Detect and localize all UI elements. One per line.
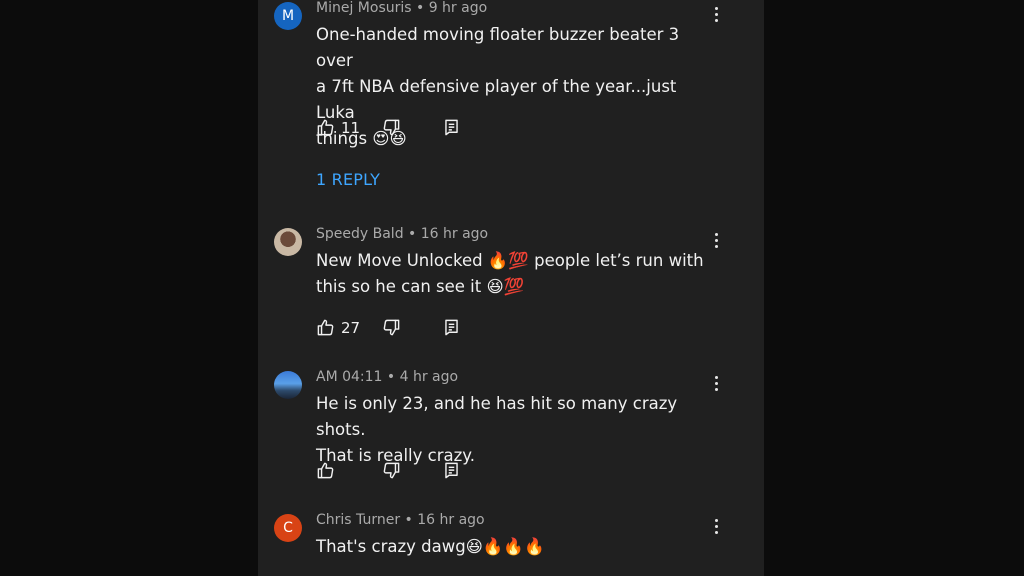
comment-text: One-handed moving floater buzzer beater …	[316, 22, 716, 152]
comment-text: That's crazy dawg😆🔥🔥🔥	[316, 534, 716, 560]
thumb-down-icon	[383, 319, 400, 336]
comment-text: New Move Unlocked 🔥💯 people let’s run wi…	[316, 248, 716, 300]
reply-button[interactable]	[442, 118, 461, 137]
dislike-button[interactable]	[382, 461, 401, 480]
avatar[interactable]: M	[274, 2, 302, 30]
comment-author-time: Chris Turner • 16 hr ago	[316, 512, 485, 528]
comment-text: He is only 23, and he has hit so many cr…	[316, 391, 716, 469]
thumb-up-icon	[317, 119, 334, 136]
thumb-down-icon	[383, 462, 400, 479]
reply-comment-icon	[445, 319, 458, 336]
reply-button[interactable]	[442, 461, 461, 480]
comment-author-time: Minej Mosuris • 9 hr ago	[316, 0, 488, 16]
comment-line: One-handed moving floater buzzer beater …	[316, 25, 680, 70]
dislike-button[interactable]	[382, 118, 401, 137]
like-button[interactable]: 11	[316, 118, 360, 137]
like-button[interactable]: 27	[316, 318, 360, 337]
like-button[interactable]	[316, 461, 341, 480]
thumb-up-icon	[317, 462, 334, 479]
more-vert-icon[interactable]	[708, 4, 724, 24]
comment-line: a 7ft NBA defensive player of the year..…	[316, 77, 677, 122]
comments-panel: M Minej Mosuris • 9 hr ago One-handed mo…	[258, 0, 764, 576]
comment-line: He is only 23, and he has hit so many cr…	[316, 394, 678, 439]
more-vert-icon[interactable]	[708, 516, 724, 536]
thumb-up-icon	[317, 319, 334, 336]
comment-line: this so he can see it 😆💯	[316, 277, 525, 296]
reply-comment-icon	[445, 462, 458, 479]
like-count: 11	[341, 118, 361, 137]
comment-line: That's crazy dawg😆🔥🔥🔥	[316, 537, 545, 556]
comment-author-time: AM 04:11 • 4 hr ago	[316, 369, 459, 385]
comment-line: That is really crazy.	[316, 446, 475, 465]
more-vert-icon[interactable]	[708, 230, 724, 250]
like-count: 27	[341, 318, 361, 337]
thumb-down-icon	[383, 119, 400, 136]
avatar[interactable]: C	[274, 514, 302, 542]
reply-comment-icon	[445, 119, 458, 136]
dislike-button[interactable]	[382, 318, 401, 337]
more-vert-icon[interactable]	[708, 373, 724, 393]
avatar[interactable]	[274, 371, 302, 399]
reply-button[interactable]	[442, 318, 461, 337]
view-replies-link[interactable]: 1 REPLY	[316, 170, 380, 189]
comment-line: things 😍😆	[316, 129, 407, 148]
avatar[interactable]	[274, 228, 302, 256]
comment-author-time: Speedy Bald • 16 hr ago	[316, 226, 489, 242]
comment-line: New Move Unlocked 🔥💯 people let’s run wi…	[316, 251, 704, 270]
